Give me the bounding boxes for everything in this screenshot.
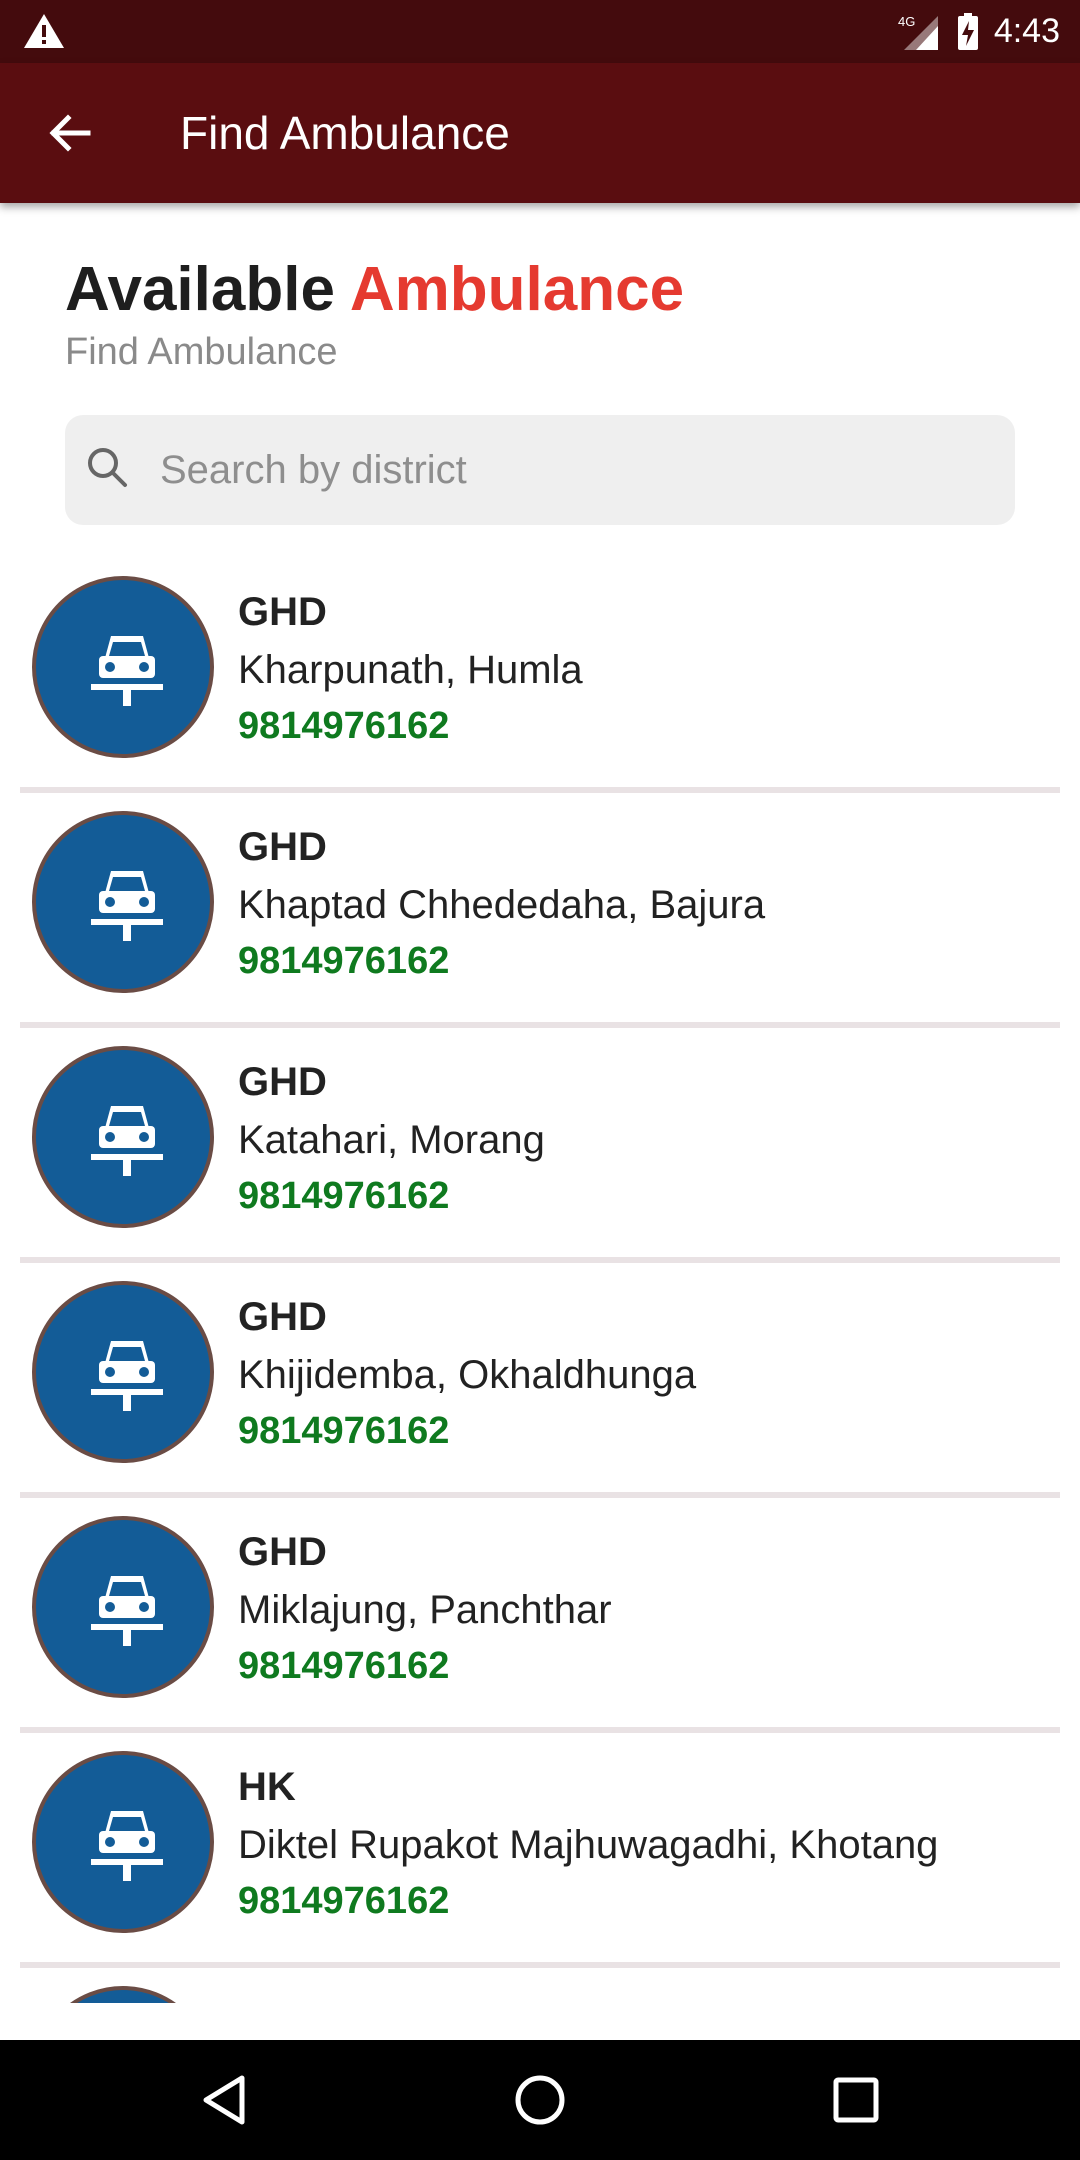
- search-input[interactable]: [160, 415, 990, 525]
- system-nav-bar: [0, 2040, 1080, 2160]
- ambulance-phone[interactable]: 9814976162: [238, 1645, 449, 1688]
- car-icon: [91, 636, 163, 706]
- search-bar[interactable]: [65, 415, 1015, 525]
- avatar: [32, 576, 214, 758]
- page-subtitle: Find Ambulance: [65, 331, 338, 373]
- ambulance-location: Miklajung, Panchthar: [238, 1588, 612, 1632]
- car-icon: [91, 1341, 163, 1411]
- nav-recents-icon[interactable]: [828, 2072, 884, 2128]
- nav-home-icon[interactable]: [512, 2072, 568, 2128]
- ambulance-phone[interactable]: 9814976162: [238, 705, 449, 748]
- avatar: [32, 1751, 214, 1933]
- ambulance-phone[interactable]: 9814976162: [238, 1880, 449, 1923]
- page-title: Available Ambulance: [65, 255, 684, 325]
- ambulance-name: GHD: [238, 825, 327, 869]
- car-icon: [91, 1811, 163, 1881]
- page-title-main: Available: [65, 255, 335, 324]
- ambulance-list-item[interactable]: GHD Khijidemba, Okhaldhunga 9814976162: [0, 1265, 1080, 1500]
- page-header: Available Ambulance Find Ambulance: [65, 255, 684, 374]
- divider: [20, 1492, 1060, 1498]
- ambulance-phone[interactable]: 9814976162: [238, 1410, 449, 1453]
- app-bar-title: Find Ambulance: [180, 107, 510, 159]
- status-time: 4:43: [993, 12, 1060, 50]
- ambulance-name: GHD: [238, 1530, 327, 1574]
- battery-charging-icon: [957, 12, 978, 50]
- ambulance-name: GHD: [238, 590, 327, 634]
- avatar: [32, 1516, 214, 1698]
- car-icon: [91, 871, 163, 941]
- ambulance-list-item[interactable]: GHD Miklajung, Panchthar 9814976162: [0, 1500, 1080, 1735]
- ambulance-name: HK: [238, 1765, 296, 1809]
- ambulance-list-item[interactable]: GHD Kharpunath, Humla 9814976162: [0, 560, 1080, 795]
- network-type: 4G: [898, 14, 915, 29]
- ambulance-phone[interactable]: 9814976162: [238, 940, 449, 983]
- ambulance-name: GHD: [238, 1295, 327, 1339]
- avatar: [32, 1046, 214, 1228]
- ambulance-list-item[interactable]: HK Diktel Rupakot Majhuwagadhi, Khotang …: [0, 1735, 1080, 1970]
- divider: [20, 1727, 1060, 1733]
- ambulance-name: GHD: [238, 1060, 327, 1104]
- ambulance-phone[interactable]: 9814976162: [238, 1175, 449, 1218]
- nav-back-icon[interactable]: [198, 2072, 254, 2128]
- ambulance-list-item[interactable]: [0, 1970, 1080, 2003]
- ambulance-location: Khijidemba, Okhaldhunga: [238, 1353, 697, 1397]
- divider: [20, 1022, 1060, 1028]
- app-bar: Find Ambulance: [0, 63, 1080, 203]
- ambulance-location: Diktel Rupakot Majhuwagadhi, Khotang: [238, 1823, 939, 1867]
- divider: [20, 1257, 1060, 1263]
- ambulance-location: Katahari, Morang: [238, 1118, 545, 1162]
- ambulance-list: GHD Kharpunath, Humla 9814976162 GHD Kha…: [0, 560, 1080, 2003]
- search-icon: [88, 448, 127, 487]
- avatar: [32, 1986, 214, 2003]
- avatar: [32, 811, 214, 993]
- signal-icon: 4G: [898, 14, 938, 50]
- ambulance-list-item[interactable]: GHD Khaptad Chhededaha, Bajura 981497616…: [0, 795, 1080, 1030]
- status-bar: 4G 4:43: [0, 0, 1080, 63]
- car-icon: [91, 1576, 163, 1646]
- divider: [20, 787, 1060, 793]
- ambulance-list-item[interactable]: GHD Katahari, Morang 9814976162: [0, 1030, 1080, 1265]
- ambulance-location: Kharpunath, Humla: [238, 648, 583, 692]
- car-icon: [91, 1106, 163, 1176]
- divider: [20, 1962, 1060, 1968]
- ambulance-location: Khaptad Chhededaha, Bajura: [238, 883, 766, 927]
- avatar: [32, 1281, 214, 1463]
- back-arrow-icon[interactable]: [42, 105, 98, 161]
- page-title-accent: Ambulance: [349, 255, 685, 324]
- warning-icon: [24, 14, 64, 48]
